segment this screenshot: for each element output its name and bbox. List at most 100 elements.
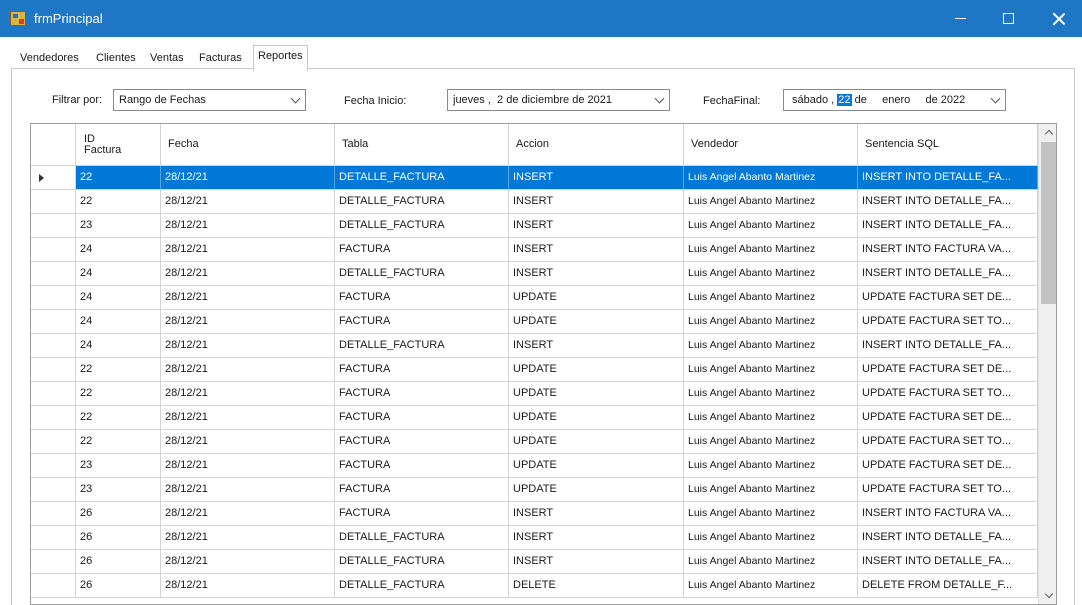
cell-sentencia-sql[interactable]: UPDATE FACTURA SET TO... [858,478,1038,502]
table-row[interactable]: 26 28/12/21 FACTURA INSERT Luis Angel Abanto… [31,502,1038,526]
cell-vendedor[interactable]: Luis Angel Abanto Martinez [684,382,858,406]
cell-sentencia-sql[interactable]: INSERT INTO DETALLE_FA... [858,262,1038,286]
cell-sentencia-sql[interactable]: INSERT INTO FACTURA VA... [858,502,1038,526]
cell-sentencia-sql[interactable]: INSERT INTO DETALLE_FA... [858,334,1038,358]
row-header[interactable] [31,286,76,310]
column-header-sentencia-sql[interactable]: Sentencia SQL [858,124,1038,166]
cell-fecha[interactable]: 28/12/21 [161,526,335,550]
column-header-fecha[interactable]: Fecha [161,124,335,166]
cell-tabla[interactable]: DETALLE_FACTURA [335,550,509,574]
cell-vendedor[interactable]: Luis Angel Abanto Martinez [684,214,858,238]
fecha-final-datepicker[interactable]: sábado , 22 de enero de 2022 [783,89,1006,111]
cell-sentencia-sql[interactable]: INSERT INTO FACTURA VA... [858,238,1038,262]
chevron-down-icon[interactable] [654,93,665,104]
cell-tabla[interactable]: FACTURA [335,406,509,430]
cell-vendedor[interactable]: Luis Angel Abanto Martinez [684,310,858,334]
tab-facturas[interactable]: Facturas [195,49,246,69]
cell-accion[interactable]: UPDATE [509,286,684,310]
table-row[interactable]: 22 28/12/21 FACTURA UPDATE Luis Angel Abanto… [31,430,1038,454]
cell-fecha[interactable]: 28/12/21 [161,286,335,310]
cell-fecha[interactable]: 28/12/21 [161,358,335,382]
cell-fecha[interactable]: 28/12/21 [161,406,335,430]
fecha-final-day[interactable]: 22 [837,94,852,106]
cell-accion[interactable]: INSERT [509,166,684,190]
cell-fecha[interactable]: 28/12/21 [161,310,335,334]
cell-vendedor[interactable]: Luis Angel Abanto Martinez [684,430,858,454]
cell-tabla[interactable]: FACTURA [335,382,509,406]
row-header[interactable] [31,430,76,454]
cell-id-factura[interactable]: 26 [76,502,161,526]
cell-accion[interactable]: INSERT [509,502,684,526]
table-row[interactable]: 24 28/12/21 DETALLE_FACTURA INSERT Luis Ange… [31,334,1038,358]
cell-sentencia-sql[interactable]: INSERT INTO DETALLE_FA... [858,166,1038,190]
cell-accion[interactable]: UPDATE [509,430,684,454]
cell-id-factura[interactable]: 24 [76,334,161,358]
cell-vendedor[interactable]: Luis Angel Abanto Martinez [684,166,858,190]
cell-fecha[interactable]: 28/12/21 [161,334,335,358]
cell-sentencia-sql[interactable]: UPDATE FACTURA SET TO... [858,430,1038,454]
cell-id-factura[interactable]: 22 [76,358,161,382]
cell-vendedor[interactable]: Luis Angel Abanto Martinez [684,358,858,382]
scroll-thumb[interactable] [1041,142,1056,304]
cell-vendedor[interactable]: Luis Angel Abanto Martinez [684,238,858,262]
cell-accion[interactable]: UPDATE [509,358,684,382]
cell-id-factura[interactable]: 23 [76,478,161,502]
table-row[interactable]: 24 28/12/21 FACTURA INSERT Luis Angel Abanto… [31,238,1038,262]
cell-id-factura[interactable]: 23 [76,454,161,478]
tab-clientes[interactable]: Clientes [92,49,140,69]
cell-id-factura[interactable]: 24 [76,238,161,262]
filter-combobox[interactable]: Rango de Fechas [113,89,306,111]
cell-fecha[interactable]: 28/12/21 [161,430,335,454]
cell-tabla[interactable]: FACTURA [335,478,509,502]
cell-sentencia-sql[interactable]: UPDATE FACTURA SET TO... [858,382,1038,406]
row-header[interactable] [31,238,76,262]
row-header[interactable] [31,310,76,334]
fecha-inicio-datepicker[interactable]: jueves , 2 de diciembre de 2021 [447,89,670,111]
cell-vendedor[interactable]: Luis Angel Abanto Martinez [684,502,858,526]
cell-sentencia-sql[interactable]: UPDATE FACTURA SET DE... [858,406,1038,430]
table-row[interactable]: 23 28/12/21 FACTURA UPDATE Luis Angel Abanto… [31,478,1038,502]
column-header-id-factura[interactable]: ID Factura [76,124,161,166]
cell-accion[interactable]: UPDATE [509,478,684,502]
table-row[interactable]: 22 28/12/21 DETALLE_FACTURA INSERT Luis Ange… [31,166,1038,190]
reportes-grid[interactable]: ID Factura Fecha Tabla Accion Vendedor S… [30,123,1057,605]
cell-sentencia-sql[interactable]: UPDATE FACTURA SET DE... [858,286,1038,310]
table-row[interactable]: 26 28/12/21 DETALLE_FACTURA DELETE Luis Ange… [31,574,1038,598]
cell-id-factura[interactable]: 22 [76,406,161,430]
cell-accion[interactable]: INSERT [509,526,684,550]
cell-fecha[interactable]: 28/12/21 [161,190,335,214]
cell-fecha[interactable]: 28/12/21 [161,382,335,406]
row-header[interactable] [31,550,76,574]
cell-tabla[interactable]: DETALLE_FACTURA [335,526,509,550]
table-row[interactable]: 26 28/12/21 DETALLE_FACTURA INSERT Luis Ange… [31,550,1038,574]
cell-tabla[interactable]: DETALLE_FACTURA [335,190,509,214]
cell-id-factura[interactable]: 22 [76,430,161,454]
cell-fecha[interactable]: 28/12/21 [161,214,335,238]
cell-id-factura[interactable]: 24 [76,310,161,334]
cell-accion[interactable]: UPDATE [509,382,684,406]
row-header[interactable] [31,334,76,358]
cell-tabla[interactable]: DETALLE_FACTURA [335,574,509,598]
row-header[interactable] [31,478,76,502]
cell-sentencia-sql[interactable]: INSERT INTO DETALLE_FA... [858,550,1038,574]
table-row[interactable]: 24 28/12/21 FACTURA UPDATE Luis Angel Abanto… [31,286,1038,310]
cell-accion[interactable]: DELETE [509,574,684,598]
cell-tabla[interactable]: DETALLE_FACTURA [335,214,509,238]
cell-tabla[interactable]: DETALLE_FACTURA [335,334,509,358]
cell-id-factura[interactable]: 23 [76,214,161,238]
cell-tabla[interactable]: FACTURA [335,502,509,526]
cell-vendedor[interactable]: Luis Angel Abanto Martinez [684,526,858,550]
cell-sentencia-sql[interactable]: UPDATE FACTURA SET DE... [858,454,1038,478]
tab-reportes[interactable]: Reportes [253,45,308,71]
chevron-down-icon[interactable] [290,93,301,104]
cell-sentencia-sql[interactable]: INSERT INTO DETALLE_FA... [858,190,1038,214]
cell-vendedor[interactable]: Luis Angel Abanto Martinez [684,286,858,310]
row-header[interactable] [31,190,76,214]
cell-tabla[interactable]: FACTURA [335,430,509,454]
cell-id-factura[interactable]: 26 [76,526,161,550]
cell-sentencia-sql[interactable]: UPDATE FACTURA SET TO... [858,310,1038,334]
column-header-vendedor[interactable]: Vendedor [684,124,858,166]
cell-id-factura[interactable]: 22 [76,190,161,214]
cell-id-factura[interactable]: 22 [76,382,161,406]
row-header[interactable] [31,382,76,406]
